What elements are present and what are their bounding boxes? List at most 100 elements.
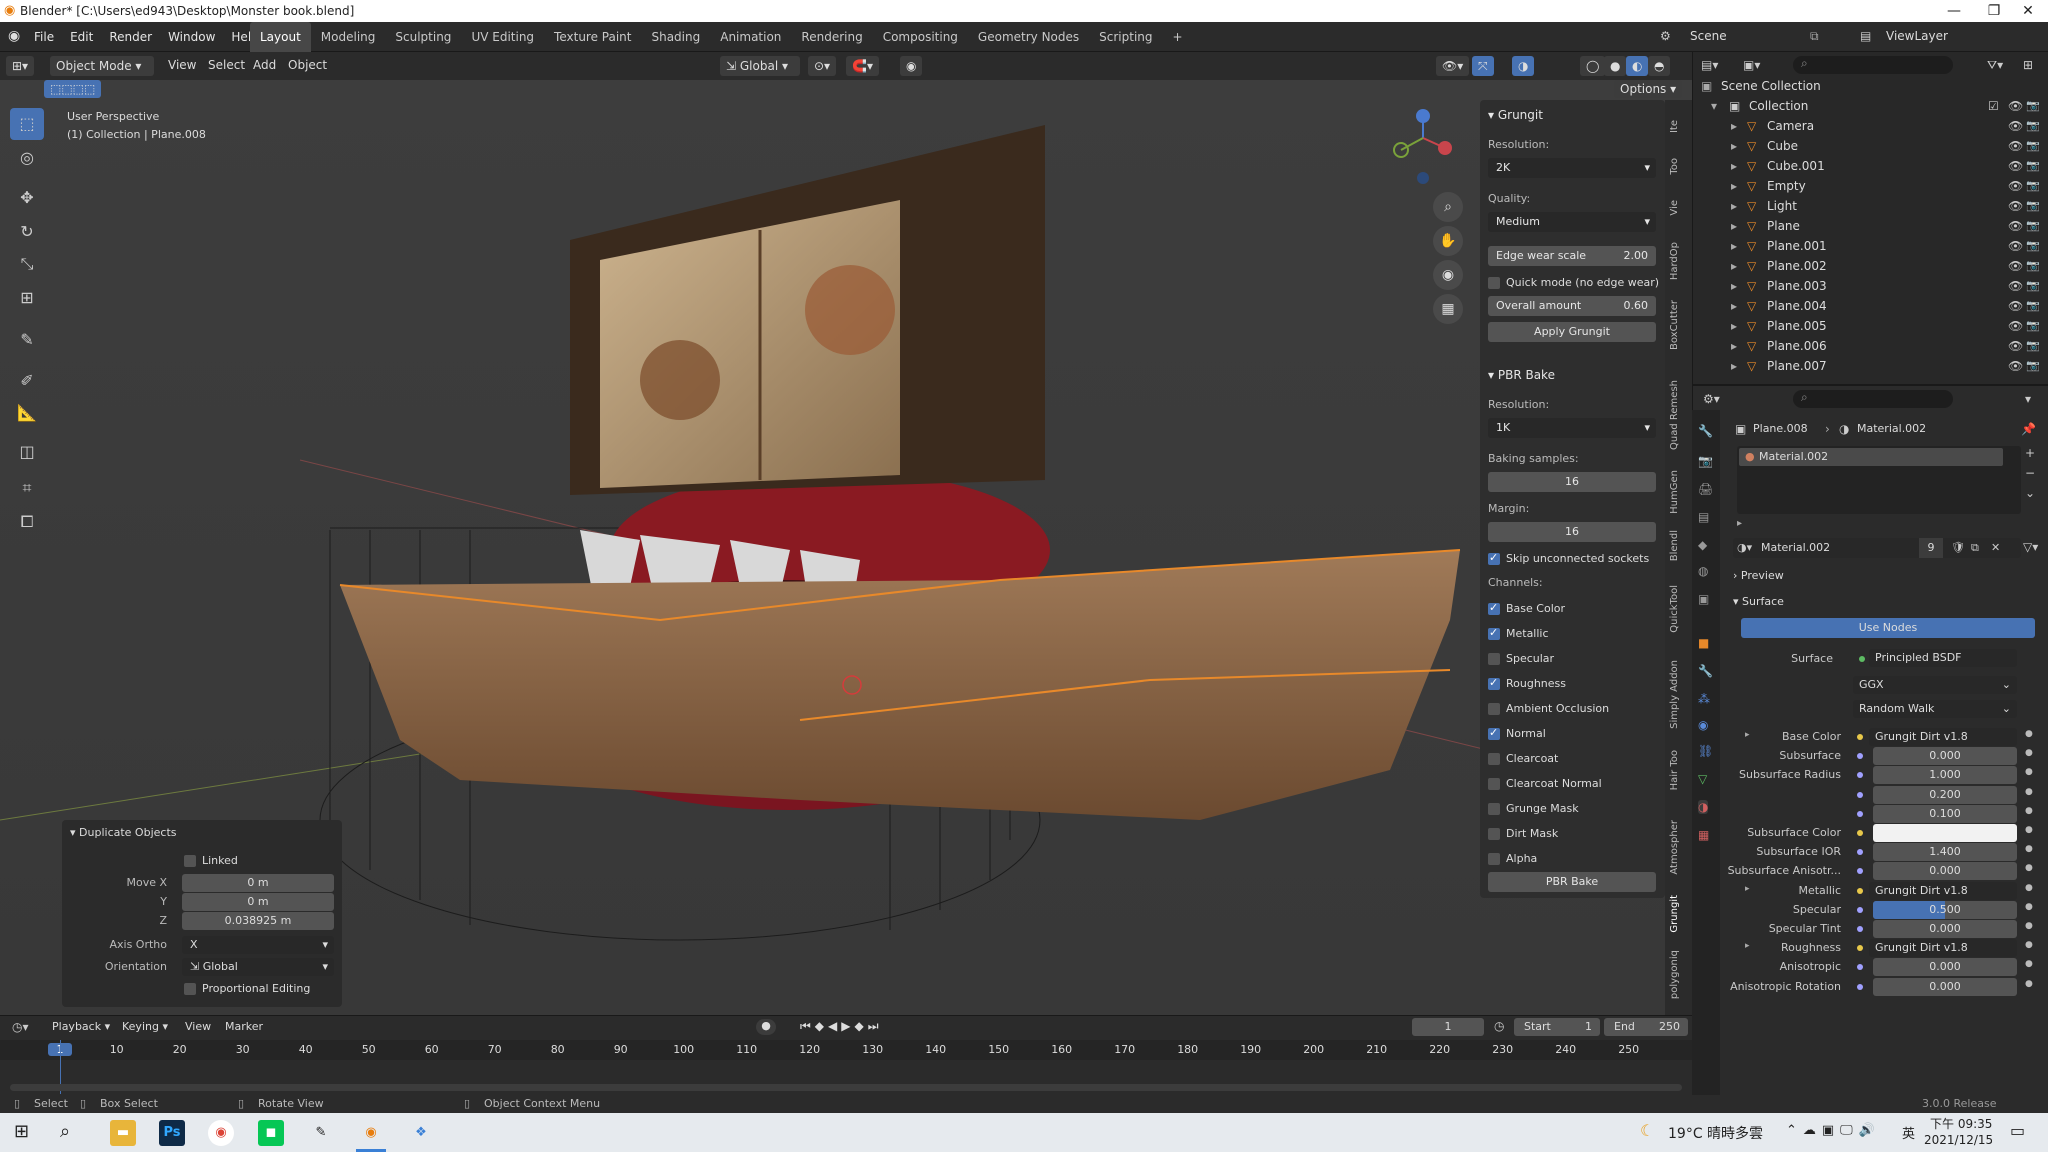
frame-tool-icon[interactable]: ⧠: [10, 506, 44, 538]
keyframe-dot-icon[interactable]: ●: [2025, 902, 2033, 912]
outliner-row[interactable]: ▸ ▽ Plane 👁 📷: [1693, 216, 2048, 236]
camera-render-icon[interactable]: 📷: [2026, 276, 2040, 296]
tab-grungit[interactable]: Grungit: [1669, 895, 1680, 933]
expand-arrow-icon[interactable]: ▸: [1731, 116, 1737, 136]
tab-simply-addon[interactable]: Simply Addon: [1669, 660, 1680, 729]
remove-slot-icon[interactable]: −: [2025, 466, 2035, 480]
add-workspace-button[interactable]: +: [1163, 22, 1193, 52]
keyframe-dot-icon[interactable]: ●: [2025, 825, 2033, 835]
playback-controls-icon[interactable]: ⏮◆◀▶◆⏭: [800, 1019, 883, 1034]
view-layer-tab-icon[interactable]: ▤: [1698, 510, 1709, 524]
camera-render-icon[interactable]: 📷: [2026, 356, 2040, 376]
camera-render-icon[interactable]: 📷: [2026, 196, 2040, 216]
outliner-row[interactable]: ▸ ▽ Plane.001 👁 📷: [1693, 236, 2048, 256]
ime-indicator[interactable]: 英: [1902, 1123, 1915, 1142]
breadcrumb-material[interactable]: Material.002: [1857, 422, 1926, 435]
data-tab-icon[interactable]: ▽: [1698, 772, 1707, 786]
cursor-tool-icon[interactable]: ◎: [10, 142, 44, 174]
orientation-dropdown[interactable]: ⇲ Global ▾: [182, 958, 334, 976]
outliner-row[interactable]: ▸ ▽ Plane.002 👁 📷: [1693, 256, 2048, 276]
outliner-row[interactable]: ▸ ▽ Plane.003 👁 📷: [1693, 276, 2048, 296]
keyframe-dot-icon[interactable]: ●: [2025, 767, 2033, 777]
channel-normal-checkbox[interactable]: Normal: [1488, 726, 1546, 741]
camera-view-icon[interactable]: ◉: [1433, 260, 1463, 290]
menu-add[interactable]: Add: [253, 58, 276, 72]
proportional-editing-checkbox[interactable]: Proportional Editing: [184, 982, 310, 996]
channel-metallic-checkbox[interactable]: Metallic: [1488, 626, 1549, 641]
move-tool-icon[interactable]: ✥: [10, 182, 44, 214]
outliner-row[interactable]: ▸ ▽ Empty 👁 📷: [1693, 176, 2048, 196]
modifier-tab-icon[interactable]: 🔧: [1698, 664, 1713, 678]
number-field[interactable]: 0.200: [1873, 785, 2017, 804]
taskbar-search-icon[interactable]: ⌕: [60, 1121, 70, 1142]
tab-polygoniq[interactable]: polygoniq: [1669, 950, 1680, 999]
quick-mode-checkbox[interactable]: Quick mode (no edge wear): [1488, 276, 1659, 290]
render-tab-icon[interactable]: 📷: [1698, 454, 1713, 468]
expand-arrow-icon[interactable]: ▾: [1711, 96, 1717, 116]
tray-icons[interactable]: ⌃☁▣🖵🔊: [1786, 1123, 1881, 1138]
tab-texture-paint[interactable]: Texture Paint: [544, 22, 641, 52]
frame-ruler[interactable]: 1102030405060708090100110120130140150160…: [0, 1040, 1692, 1060]
solid-shading-icon[interactable]: ●: [1604, 56, 1627, 76]
expand-arrow-icon[interactable]: ▸: [1731, 156, 1737, 176]
end-frame-field[interactable]: End 250: [1604, 1018, 1688, 1036]
menu-select[interactable]: Select: [208, 58, 245, 72]
blender-taskbar-icon[interactable]: ◉: [358, 1120, 384, 1146]
fake-user-icon[interactable]: 🛡: [1951, 538, 1965, 558]
material-browse-icon[interactable]: ◑▾: [1737, 538, 1752, 558]
outliner-row[interactable]: ▸ ▽ Cube 👁 📷: [1693, 136, 2048, 156]
outliner-row[interactable]: ▸ ▽ Light 👁 📷: [1693, 196, 2048, 216]
color-swatch[interactable]: [1873, 824, 2017, 842]
menu-view[interactable]: View: [168, 58, 196, 72]
edge-wear-field[interactable]: Edge wear scale 2.00: [1488, 246, 1656, 266]
margin-field[interactable]: 16: [1488, 522, 1656, 542]
gizmo-toggle-icon[interactable]: ⤧: [1472, 56, 1494, 76]
eye-icon[interactable]: 👁: [2008, 176, 2023, 196]
close-button[interactable]: ✕: [2008, 0, 2048, 22]
outliner-row[interactable]: ▸ ▽ Plane.006 👁 📷: [1693, 336, 2048, 356]
minimize-button[interactable]: —: [1934, 0, 1974, 22]
material-users-count[interactable]: 9: [1919, 538, 1943, 558]
outliner-search-input[interactable]: ⌕: [1793, 56, 1953, 74]
number-field[interactable]: 0.100: [1873, 804, 2017, 823]
pivot-icon[interactable]: ⊙▾: [808, 56, 837, 76]
pan-hand-icon[interactable]: ✋: [1433, 226, 1463, 256]
channel-clearcoat-normal-checkbox[interactable]: Clearcoat Normal: [1488, 777, 1602, 791]
add-cube-tool-icon[interactable]: ◫: [10, 436, 44, 468]
visibility-icon[interactable]: 👁▾: [1436, 56, 1470, 76]
measure-tool-icon[interactable]: 📐: [10, 397, 44, 429]
pbr-resolution-dropdown[interactable]: 1K ▾: [1488, 418, 1656, 438]
unlink-material-icon[interactable]: ✕: [1991, 538, 2000, 558]
overall-amount-field[interactable]: Overall amount 0.60: [1488, 296, 1656, 316]
keyframe-dot-icon[interactable]: ●: [2025, 863, 2033, 873]
file-explorer-icon[interactable]: ▬: [110, 1120, 136, 1146]
redo-panel-header[interactable]: ▾ Duplicate Objects: [70, 826, 177, 839]
eye-icon[interactable]: 👁: [2008, 336, 2023, 356]
object-tab-icon[interactable]: ■: [1698, 636, 1709, 650]
keyframe-dot-icon[interactable]: ●: [2025, 940, 2033, 950]
tab-hair-tool[interactable]: Hair Too: [1669, 750, 1680, 790]
line-app-icon[interactable]: ◼: [258, 1120, 284, 1146]
expand-arrow-icon[interactable]: ▸: [1731, 216, 1737, 236]
camera-render-icon[interactable]: 📷: [2026, 96, 2040, 116]
collection-tab-icon[interactable]: ▣: [1698, 592, 1709, 606]
overlay-toggle-icon[interactable]: ◑: [1512, 56, 1535, 76]
expand-arrow-icon[interactable]: ▸: [1731, 276, 1737, 296]
channel-roughness-checkbox[interactable]: Roughness: [1488, 676, 1566, 691]
expand-arrow-icon[interactable]: ▸: [1731, 196, 1737, 216]
tab-humgen[interactable]: HumGen: [1669, 470, 1680, 514]
eye-icon[interactable]: 👁: [2008, 276, 2023, 296]
timeline-editor-icon[interactable]: ◷▾: [12, 1020, 29, 1034]
tab-modeling[interactable]: Modeling: [311, 22, 386, 52]
duplicate-material-icon[interactable]: ⧉: [1971, 538, 1979, 558]
use-nodes-button[interactable]: Use Nodes: [1741, 618, 2035, 638]
tab-sculpting[interactable]: Sculpting: [385, 22, 461, 52]
menu-keying[interactable]: Keying ▾: [122, 1020, 168, 1033]
menu-marker[interactable]: Marker: [225, 1020, 263, 1033]
object-mode-dropdown[interactable]: Object Mode ▾: [50, 56, 154, 76]
keyframe-dot-icon[interactable]: ●: [2025, 806, 2033, 816]
surface-panel-header[interactable]: ▾ Surface: [1733, 592, 2033, 612]
subsurface-method-dropdown[interactable]: Random Walk ⌄: [1853, 700, 2017, 718]
number-field[interactable]: 0.000: [1873, 862, 2017, 881]
particles-tab-icon[interactable]: ⁂: [1698, 692, 1710, 706]
